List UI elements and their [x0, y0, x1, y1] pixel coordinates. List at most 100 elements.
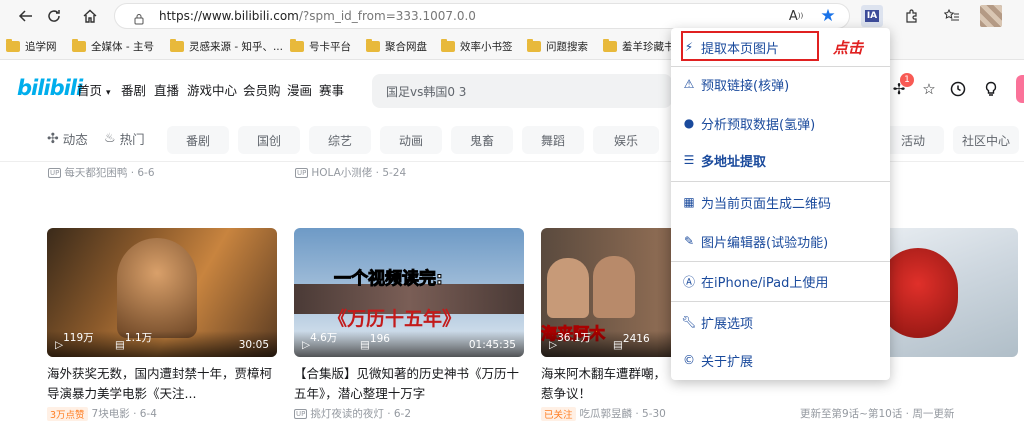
- nav-live[interactable]: 直播: [154, 80, 179, 99]
- channel-pill[interactable]: 娱乐: [593, 126, 659, 154]
- refresh-icon[interactable]: [44, 6, 64, 26]
- video-stats: ▷ 4.6万 ▤ 196 01:45:35: [294, 331, 524, 357]
- channel-pill[interactable]: 舞蹈: [522, 126, 584, 154]
- danmaku-count: ▤ 196: [360, 333, 390, 351]
- menu-item-image-editor[interactable]: ✎ 图片编辑器(试验功能): [681, 230, 828, 252]
- video-stats: ▷ 119万 ▤ 1.1万 30:05: [47, 331, 277, 357]
- menu-item-options[interactable]: 🔧︎ 扩展选项: [681, 311, 753, 333]
- bookmark-folder[interactable]: 效率小书签: [441, 38, 513, 54]
- lock-icon[interactable]: [133, 10, 145, 25]
- bookmark-folder[interactable]: 号卡平台: [290, 38, 351, 54]
- duration: 30:05: [238, 339, 269, 351]
- search-placeholder: 国足vs韩国0 3: [386, 85, 467, 99]
- video-thumbnail[interactable]: ▷ 119万 ▤ 1.1万 30:05: [47, 228, 277, 357]
- channel-pill[interactable]: 活动: [882, 126, 944, 154]
- danmaku-count: ▤ 1.1万: [115, 332, 153, 351]
- bookmark-folder[interactable]: 羞羊珍藏书: [603, 38, 675, 54]
- menu-item-multi-address[interactable]: ☰ 多地址提取: [681, 149, 766, 171]
- channel-pill[interactable]: 综艺: [309, 126, 371, 154]
- bookmark-folder[interactable]: 追学网: [6, 38, 57, 54]
- video-meta[interactable]: 已关注 吃瓜郭昱麟 · 5-30: [541, 406, 666, 421]
- star-icon[interactable]: ☆: [918, 78, 940, 100]
- home-icon[interactable]: [80, 6, 100, 26]
- video-meta[interactable]: 3万点赞 7块电影 · 6-4: [47, 406, 157, 421]
- thumbnail-person: [547, 258, 589, 318]
- folder-icon: [603, 38, 617, 52]
- menu-item-about[interactable]: © 关于扩展: [681, 349, 753, 371]
- up-icon: UP: [294, 408, 308, 419]
- channel-pill[interactable]: 动画: [380, 126, 442, 154]
- read-aloud-icon[interactable]: A)): [786, 6, 806, 26]
- bookmark-folder[interactable]: 灵感来源 - 知乎、...: [170, 38, 283, 54]
- menu-item-qrcode[interactable]: ▦ 为当前页面生成二维码: [681, 191, 831, 213]
- nav-events[interactable]: 赛事: [319, 80, 344, 99]
- menu-divider: [671, 261, 890, 262]
- bookmark-folder[interactable]: 全媒体 - 主号: [72, 38, 154, 54]
- fire-icon: ♨: [104, 131, 116, 146]
- channel-pill[interactable]: 鬼畜: [451, 126, 513, 154]
- menu-item-prefetch-links[interactable]: ⚠ 预取链接(核弹): [681, 73, 790, 95]
- menu-item-iphone[interactable]: Ⓐ 在iPhone/iPad上使用: [681, 270, 828, 292]
- menu-divider: [671, 181, 890, 182]
- like-tag: 3万点赞: [47, 406, 88, 421]
- folder-icon: [6, 38, 20, 52]
- profile-avatar[interactable]: [980, 5, 1002, 27]
- back-icon[interactable]: [16, 6, 36, 26]
- up-icon: UP: [295, 167, 309, 178]
- channel-dynamic[interactable]: ✣ 动态: [47, 129, 88, 148]
- channel-pill[interactable]: 番剧: [167, 126, 229, 154]
- channel-pill[interactable]: 社区中心: [953, 126, 1019, 154]
- creative-bulb-icon[interactable]: [980, 78, 1002, 100]
- video-meta[interactable]: UP HOLA小测佬 · 5-24: [295, 165, 406, 180]
- menu-divider: [671, 301, 890, 302]
- video-meta[interactable]: UP 挑灯夜读的夜灯 · 6-2: [294, 406, 411, 421]
- extension-menu: ⚡ 提取本页图片 ⚠ 预取链接(核弹) ● 分析预取数据(氢弹) ☰ 多地址提取 ▦ 为当…: [671, 28, 890, 380]
- bookmark-folder[interactable]: 问题搜索: [527, 38, 588, 54]
- nav-anime[interactable]: 番剧: [121, 80, 146, 99]
- qrcode-icon: ▦: [683, 195, 695, 209]
- play-count: ▷ 36.1万: [549, 332, 591, 351]
- video-title[interactable]: 海来阿木翻车遭群嘲， 惹争议！: [541, 364, 671, 404]
- extension-button[interactable]: IA: [861, 5, 883, 27]
- folder-icon: [366, 38, 380, 52]
- extensions-puzzle-icon[interactable]: [902, 6, 922, 26]
- thumbnail-person: [117, 238, 197, 338]
- apple-icon: Ⓐ: [682, 274, 695, 289]
- thumbnail-character: [878, 248, 958, 338]
- bookmark-folder[interactable]: 聚合网盘: [366, 38, 427, 54]
- video-title[interactable]: 【合集版】见微知著的历史神书《万历十五年》，潜心整理十万字: [294, 364, 524, 404]
- video-title[interactable]: 海外获奖无数，国内遭封禁十年，贾樟柯导演暴力美学电影《天注...: [47, 364, 277, 404]
- thumbnail-caption: 一个视频读完:: [334, 269, 444, 290]
- menu-item-analyze-prefetch[interactable]: ● 分析预取数据(氢弹): [681, 112, 815, 134]
- nav-home[interactable]: 首页 ▾: [77, 80, 111, 99]
- bangumi-update-info: 更新至第9话~第10话 · 周一更新: [800, 408, 955, 420]
- pinwheel-icon: ✣: [47, 130, 59, 147]
- folder-icon: [170, 38, 184, 52]
- bomb-icon: ●: [683, 116, 695, 130]
- upload-button[interactable]: [1016, 75, 1024, 103]
- history-clock-icon[interactable]: [947, 78, 969, 100]
- video-thumbnail[interactable]: 一个视频读完: 《万历十五年》 ▷ 4.6万 ▤ 196 01:45:35: [294, 228, 524, 357]
- extension-label: IA: [864, 10, 880, 22]
- list-icon: ☰: [683, 153, 695, 167]
- click-annotation: 点击: [833, 39, 864, 57]
- play-count: ▷ 4.6万: [302, 332, 338, 351]
- up-icon: UP: [48, 167, 62, 178]
- nav-manga[interactable]: 漫画: [287, 80, 312, 99]
- address-bar[interactable]: https://www.bilibili.com/?spm_id_from=33…: [114, 3, 850, 29]
- search-input[interactable]: 国足vs韩国0 3: [372, 74, 672, 108]
- duration: 01:45:35: [468, 339, 516, 351]
- warning-icon: ⚠: [683, 77, 695, 91]
- thumbnail-person: [593, 256, 635, 318]
- nav-game-center[interactable]: 游戏中心: [187, 80, 237, 99]
- favorites-list-icon[interactable]: [942, 6, 962, 26]
- channel-hot[interactable]: ♨ 热门: [104, 129, 145, 148]
- menu-divider: [671, 66, 890, 67]
- favorite-star-icon[interactable]: ★: [818, 6, 838, 26]
- video-meta[interactable]: UP 每天都犯困鸭 · 6-6: [48, 165, 155, 180]
- folder-icon: [441, 38, 455, 52]
- bilibili-logo[interactable]: bilibili: [17, 76, 83, 100]
- url-text: https://www.bilibili.com/?spm_id_from=33…: [159, 9, 476, 23]
- nav-mall[interactable]: 会员购: [243, 80, 281, 99]
- channel-pill[interactable]: 国创: [238, 126, 300, 154]
